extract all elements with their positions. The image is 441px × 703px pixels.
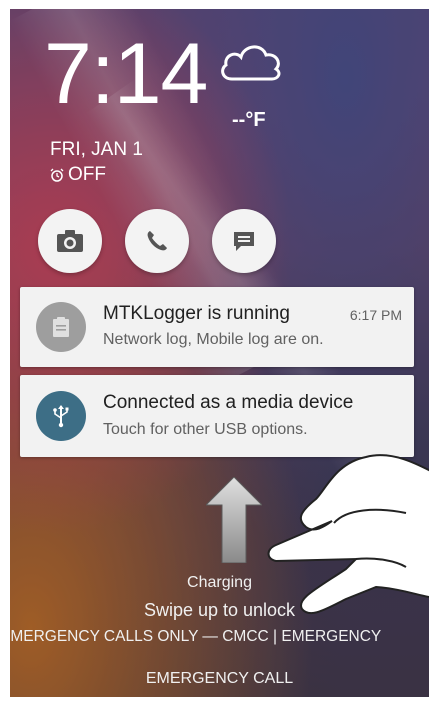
notification-card[interactable]: Connected as a media device Touch for ot…: [20, 375, 414, 457]
lock-screen[interactable]: 7:14 --°F FRI, JAN 1 OFF MTKLogger is ru…: [10, 9, 429, 697]
alarm-clock-icon: [50, 168, 64, 182]
temperature: --°F: [232, 109, 266, 131]
message-icon: [234, 232, 254, 251]
hand-gesture-icon: [267, 454, 429, 615]
alarm-label: OFF: [68, 164, 106, 185]
notification-title: MTKLogger is running: [103, 303, 290, 324]
clock-time: 7:14: [44, 26, 208, 122]
usb-icon: [53, 405, 69, 428]
cloud-icon: [221, 45, 281, 81]
notification-subtitle: Touch for other USB options.: [103, 421, 308, 438]
camera-icon: [57, 230, 83, 252]
emergency-call-button[interactable]: EMERGENCY CALL: [10, 670, 429, 688]
notification-icon-badge: [36, 302, 86, 352]
swipe-hint: Swipe up to unlock: [143, 600, 296, 620]
alarm-status: OFF: [50, 164, 106, 186]
message-shortcut-button[interactable]: [212, 209, 276, 273]
notification-title: Connected as a media device: [103, 392, 354, 413]
date-label: FRI, JAN 1: [50, 139, 143, 160]
notification-icon-badge: [36, 391, 86, 441]
phone-shortcut-button[interactable]: [125, 209, 189, 273]
notification-time: 6:17 PM: [349, 307, 402, 323]
carrier-status: EMERGENCY CALLS ONLY — CMCC | EMERGENCY: [10, 628, 382, 645]
clipboard-icon: [53, 317, 69, 337]
phone-icon: [147, 231, 167, 251]
notification-card[interactable]: MTKLogger is running 6:17 PM Network log…: [20, 287, 414, 367]
device-frame: 7:14 --°F FRI, JAN 1 OFF MTKLogger is ru…: [0, 0, 441, 703]
camera-shortcut-button[interactable]: [38, 209, 102, 273]
notification-subtitle: Network log, Mobile log are on.: [103, 331, 324, 348]
charging-status: Charging: [187, 574, 252, 591]
